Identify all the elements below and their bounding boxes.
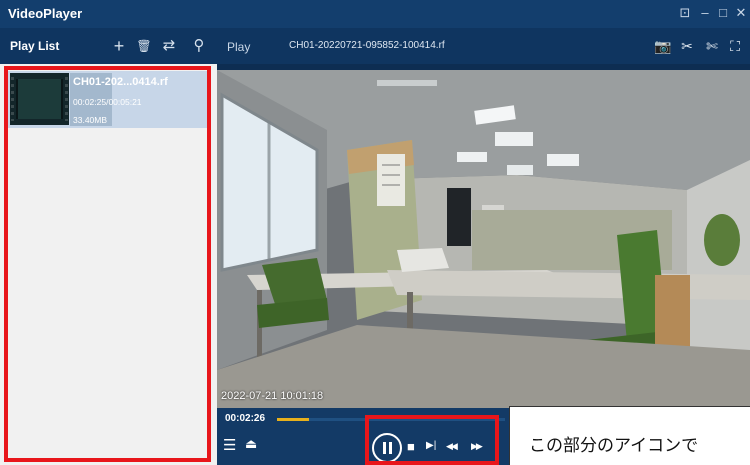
file-size: 33.40MB — [73, 115, 108, 125]
callout-text: この部分のアイコンで — [529, 436, 699, 456]
annotation-callout: この部分のアイコンで — [509, 406, 750, 465]
current-time: 00:02:26 — [225, 413, 266, 424]
app-title: VideoPlayer — [8, 6, 83, 21]
file-name: CH01-202...0414.rf — [73, 76, 168, 88]
mini-mode-icon[interactable]: ⊡ — [678, 5, 692, 21]
video-thumbnail — [10, 73, 69, 125]
delete-icon[interactable]: 🗑 — [135, 37, 153, 55]
snapshot-icon[interactable]: 📷 — [654, 37, 671, 55]
file-time: 00:02:25/00:05:21 — [73, 97, 142, 107]
filter-icon[interactable]: ⚲ — [190, 37, 208, 55]
playing-filename: CH01-20220721-095852-100414.rf — [289, 40, 445, 51]
playlist-header: Play List + 🗑 ⇄ ⚲ — [0, 28, 217, 64]
seek-bar[interactable] — [277, 418, 505, 421]
title-bar: VideoPlayer ⊡ – □ ✕ — [0, 0, 750, 28]
seek-bar-fill — [277, 418, 309, 421]
close-button[interactable]: ✕ — [734, 5, 748, 21]
fullscreen-icon[interactable]: ⛶ — [727, 37, 743, 55]
stop-icon[interactable]: ■ — [407, 439, 415, 454]
playlist-panel: CH01-202...0414.rf 00:02:25/00:05:21 33.… — [0, 64, 217, 465]
pause-button[interactable] — [372, 433, 402, 463]
clip-icon[interactable]: ✄ — [704, 37, 720, 55]
add-icon[interactable]: + — [110, 37, 128, 55]
minimize-button[interactable]: – — [698, 5, 712, 21]
repeat-icon[interactable]: ⇄ — [160, 37, 178, 55]
step-forward-icon[interactable]: ▶| — [426, 440, 436, 451]
playlist-title: Play List — [10, 39, 60, 53]
playlist-item[interactable]: CH01-202...0414.rf 00:02:25/00:05:21 33.… — [8, 71, 210, 128]
video-frame[interactable]: 2022-07-21 10:01:18 — [217, 70, 750, 408]
play-tab-label: Play — [227, 40, 251, 54]
osd-timestamp: 2022-07-21 10:01:18 — [221, 390, 324, 402]
maximize-button[interactable]: □ — [716, 5, 730, 21]
office-scene-image — [217, 70, 750, 408]
eject-icon[interactable]: ⏏ — [245, 436, 257, 452]
player-header: Play CH01-20220721-095852-100414.rf 📷 ✂ … — [217, 28, 750, 64]
rewind-icon[interactable]: ◀◀ — [446, 441, 458, 452]
cut-icon[interactable]: ✂ — [679, 37, 695, 55]
playlist-toggle-icon[interactable]: ☰ — [223, 436, 236, 454]
fast-forward-icon[interactable]: ▶▶ — [471, 441, 483, 452]
